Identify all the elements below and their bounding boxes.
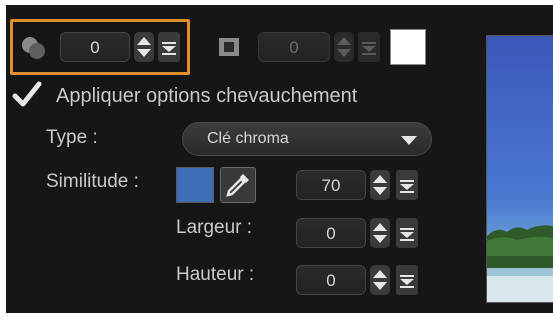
chroma-color-swatch[interactable] bbox=[176, 167, 214, 203]
similitude-value-field[interactable]: 70 bbox=[296, 170, 366, 200]
type-dropdown[interactable]: Clé chroma bbox=[182, 122, 432, 156]
largeur-label: Largeur : bbox=[176, 217, 253, 238]
overlay-value-apply-button[interactable] bbox=[158, 32, 180, 62]
eyedropper-button[interactable] bbox=[220, 167, 256, 203]
hauteur-label: Hauteur : bbox=[176, 264, 255, 285]
eyedropper-icon bbox=[226, 174, 249, 197]
hauteur-value-field[interactable]: 0 bbox=[296, 265, 366, 295]
similitude-label: Similitude : bbox=[46, 171, 139, 192]
largeur-spinner[interactable] bbox=[370, 218, 390, 248]
border-square-icon bbox=[218, 37, 240, 57]
hauteur-apply-button[interactable] bbox=[396, 265, 418, 295]
largeur-apply-button[interactable] bbox=[396, 218, 418, 248]
similitude-apply-button[interactable] bbox=[396, 170, 418, 200]
overlay-shapes-icon bbox=[20, 35, 48, 61]
overlay-value-field[interactable]: 0 bbox=[60, 32, 130, 62]
type-dropdown-value: Clé chroma bbox=[207, 130, 289, 147]
type-label: Type : bbox=[46, 127, 98, 148]
overlay-value-spinner[interactable] bbox=[134, 32, 154, 62]
overlap-checkbox[interactable] bbox=[12, 81, 42, 109]
border-value-field[interactable]: 0 bbox=[258, 32, 330, 62]
border-value-apply-button[interactable] bbox=[358, 32, 380, 62]
overlap-checkbox-label: Appliquer options chevauchement bbox=[56, 85, 358, 107]
border-value-spinner[interactable] bbox=[334, 32, 354, 62]
similitude-spinner[interactable] bbox=[370, 170, 390, 200]
overlay-options-panel: 0 0 Appliquer options chevauchement Type… bbox=[6, 5, 553, 313]
largeur-value-field[interactable]: 0 bbox=[296, 218, 366, 248]
border-color-swatch[interactable] bbox=[390, 29, 426, 65]
preview-image bbox=[486, 35, 553, 303]
chevron-down-icon bbox=[401, 136, 417, 145]
hauteur-spinner[interactable] bbox=[370, 265, 390, 295]
